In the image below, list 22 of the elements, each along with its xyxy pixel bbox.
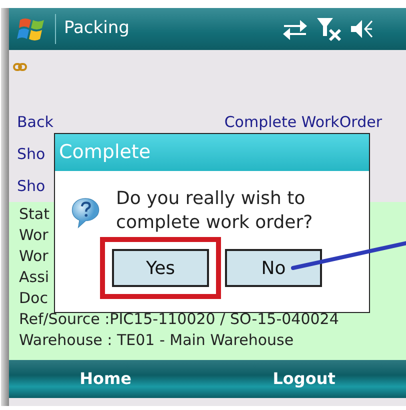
dialog-title: Complete	[55, 134, 369, 171]
detail-text: Ref/Source :PIC15-110020 / SO-15-040024	[19, 309, 339, 330]
detail-text: Warehouse : TE01 - Main Warehouse	[19, 330, 294, 351]
window-title: Packing	[64, 17, 130, 40]
menu-link[interactable]: Sho	[17, 174, 46, 198]
detail-text: Doc	[19, 288, 48, 309]
menu-link[interactable]: Sho	[17, 142, 46, 166]
link-icon[interactable]	[13, 62, 27, 72]
soft-key[interactable]: Logout	[272, 367, 336, 391]
sync-arrows-icon	[282, 18, 308, 40]
detail-text: Wor	[19, 225, 48, 246]
dialog-message: Do you really wish to complete work order?	[116, 187, 314, 235]
dialog-button[interactable]: No	[225, 249, 322, 287]
nav-link[interactable]: Back	[17, 110, 54, 134]
detail-text: Stat	[19, 204, 50, 225]
nav-link[interactable]: Complete WorkOrder	[224, 110, 382, 134]
speaker-icon	[350, 18, 374, 40]
dialog-button[interactable]: Yes	[112, 249, 209, 287]
detail-text: Wor	[19, 246, 48, 267]
detail-text: Assi	[19, 267, 50, 288]
no-signal-icon	[316, 16, 342, 42]
soft-key[interactable]: Home	[80, 367, 132, 391]
